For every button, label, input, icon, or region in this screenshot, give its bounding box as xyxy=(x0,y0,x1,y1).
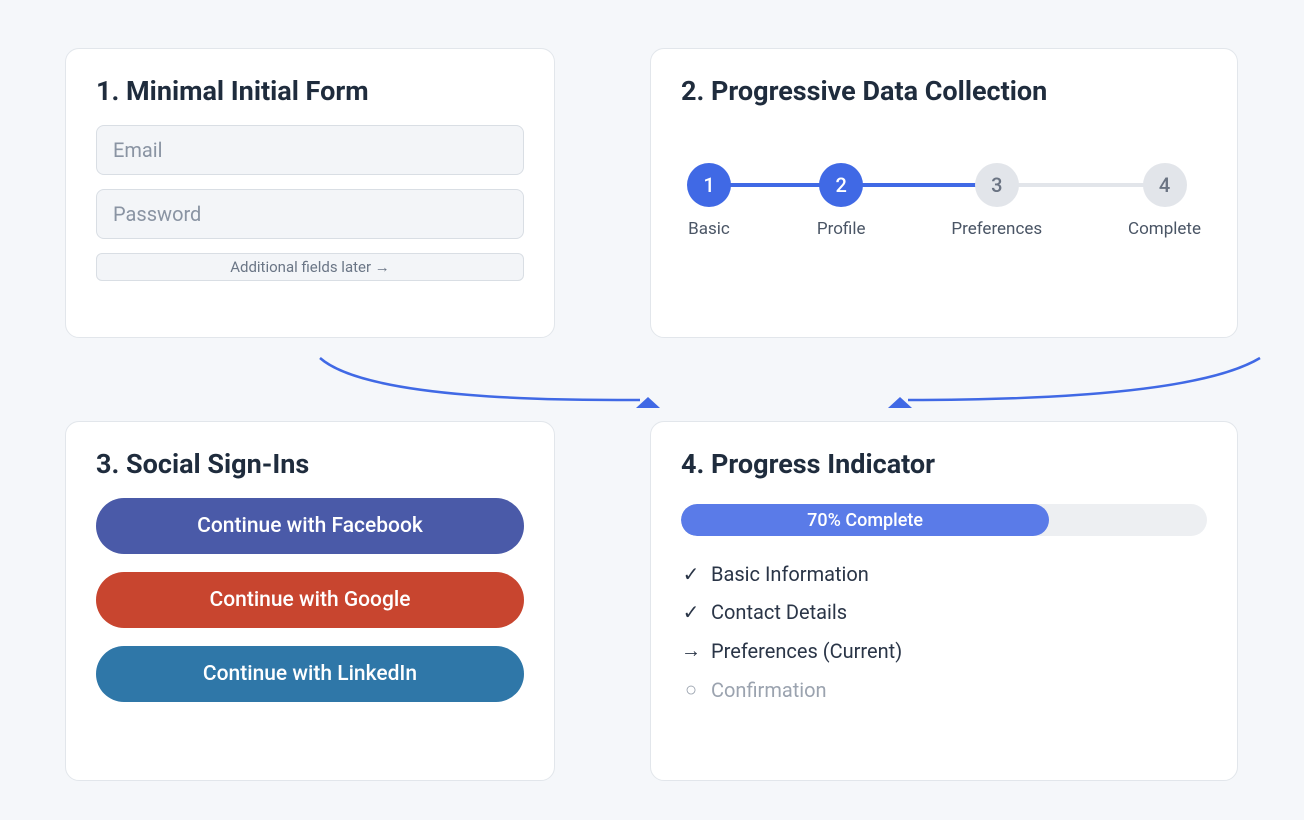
status-label: Confirmation xyxy=(711,678,827,702)
status-label: Basic Information xyxy=(711,562,869,586)
arrowhead-icon xyxy=(888,397,912,408)
stepper: 1 Basic 2 Profile 3 Preferences 4 Comple… xyxy=(681,163,1207,239)
progress-label: 70% Complete xyxy=(807,510,923,531)
step-label-complete: Complete xyxy=(1128,219,1201,239)
status-item-confirmation: ○ Confirmation xyxy=(681,677,1207,702)
arrow-right-icon: → xyxy=(681,638,701,663)
status-list: ✓ Basic Information ✓ Contact Details → … xyxy=(681,562,1207,702)
card4-title: 4. Progress Indicator xyxy=(681,448,1207,480)
card1-title: 1. Minimal Initial Form xyxy=(96,75,524,107)
card-progressive-data-collection: 2. Progressive Data Collection 1 Basic 2… xyxy=(650,48,1238,338)
step-label-preferences: Preferences xyxy=(951,219,1042,239)
check-icon: ✓ xyxy=(681,600,701,624)
step-circle-4: 4 xyxy=(1143,163,1187,207)
circle-icon: ○ xyxy=(681,677,701,702)
check-icon: ✓ xyxy=(681,562,701,586)
card2-title: 2. Progressive Data Collection xyxy=(681,75,1207,107)
card-progress-indicator: 4. Progress Indicator 70% Complete ✓ Bas… xyxy=(650,421,1238,781)
diagram-canvas: 1. Minimal Initial Form Email Password A… xyxy=(0,0,1304,820)
card-social-sign-ins: 3. Social Sign-Ins Continue with Faceboo… xyxy=(65,421,555,781)
status-item-preferences: → Preferences (Current) xyxy=(681,638,1207,663)
arrow-1-to-2 xyxy=(320,358,640,400)
arrow-right-to-4 xyxy=(908,358,1260,400)
step-complete: 4 Complete xyxy=(1128,163,1201,239)
card-minimal-initial-form: 1. Minimal Initial Form Email Password A… xyxy=(65,48,555,338)
continue-with-facebook-button[interactable]: Continue with Facebook xyxy=(96,498,524,554)
status-item-basic-information: ✓ Basic Information xyxy=(681,562,1207,586)
progress-track: 70% Complete xyxy=(681,504,1207,536)
step-profile: 2 Profile xyxy=(817,163,866,239)
connector-2-3 xyxy=(851,183,981,187)
status-label: Preferences (Current) xyxy=(711,639,902,663)
step-circle-2: 2 xyxy=(819,163,863,207)
status-label: Contact Details xyxy=(711,600,847,624)
step-circle-1: 1 xyxy=(687,163,731,207)
password-field[interactable]: Password xyxy=(96,189,524,239)
step-label-profile: Profile xyxy=(817,219,866,239)
connector-3-4 xyxy=(997,183,1159,187)
password-placeholder: Password xyxy=(113,202,201,226)
step-circle-3: 3 xyxy=(975,163,1019,207)
step-preferences: 3 Preferences xyxy=(951,163,1042,239)
status-item-contact-details: ✓ Contact Details xyxy=(681,600,1207,624)
continue-with-google-button[interactable]: Continue with Google xyxy=(96,572,524,628)
continue-with-linkedin-button[interactable]: Continue with LinkedIn xyxy=(96,646,524,702)
card3-title: 3. Social Sign-Ins xyxy=(96,448,524,480)
step-basic: 1 Basic xyxy=(687,163,731,239)
step-label-basic: Basic xyxy=(688,219,730,239)
email-placeholder: Email xyxy=(113,138,163,162)
email-field[interactable]: Email xyxy=(96,125,524,175)
additional-fields-hint: Additional fields later → xyxy=(96,253,524,281)
arrowhead-icon xyxy=(636,397,660,408)
progress-fill: 70% Complete xyxy=(681,504,1049,536)
